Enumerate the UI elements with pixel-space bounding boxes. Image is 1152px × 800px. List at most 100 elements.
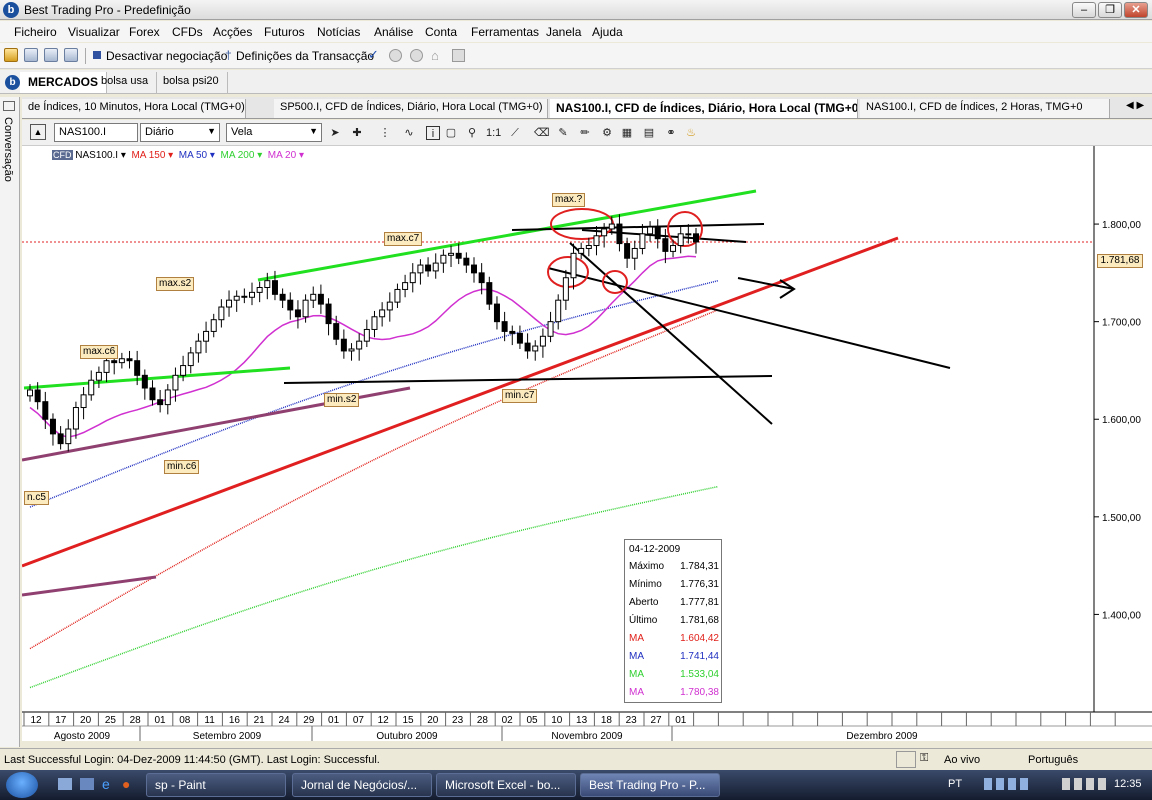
y-tick-label: 1.400,00: [1102, 610, 1141, 621]
grid-icon[interactable]: ⋮: [378, 126, 392, 140]
candle-body: [425, 264, 432, 272]
save-as-icon[interactable]: [44, 48, 58, 62]
language-indicator[interactable]: PT: [948, 778, 962, 790]
refresh-icon[interactable]: [452, 49, 465, 62]
switch-windows-icon[interactable]: [80, 778, 94, 790]
deactivate-trading-button[interactable]: Desactivar negociação: [106, 49, 227, 63]
menu-futuros[interactable]: Futuros: [264, 25, 305, 39]
print-icon[interactable]: [64, 48, 78, 62]
tray-icons[interactable]: [1062, 778, 1106, 790]
menu-ajuda[interactable]: Ajuda: [592, 25, 623, 39]
annotation-label[interactable]: min.c6: [164, 460, 200, 474]
menu-conta[interactable]: Conta: [425, 25, 457, 39]
candle-body: [256, 287, 263, 293]
x-tick-label: 28: [477, 715, 489, 726]
crosshair-icon[interactable]: ✚: [350, 126, 364, 140]
menu-ferramentas[interactable]: Ferramentas: [471, 25, 539, 39]
pencil-icon[interactable]: ✏: [578, 126, 592, 140]
tab-bolsa-psi20[interactable]: bolsa psi20: [155, 72, 228, 93]
task-best-trading[interactable]: Best Trading Pro - P...: [580, 773, 720, 797]
tab-bolsa-usa[interactable]: bolsa usa: [93, 72, 158, 93]
candle-body: [317, 293, 324, 305]
info-icon[interactable]: i: [426, 126, 440, 140]
price-chart[interactable]: CFD NAS100.I ▾ MA 150 ▾ MA 50 ▾ MA 200 ▾…: [22, 146, 1152, 741]
chart-tab-nas100-daily[interactable]: NAS100.I, CFD de Índices, Diário, Hora L…: [550, 99, 858, 118]
info-row: MA 1.780,38: [629, 684, 719, 702]
clock: 12:35: [1114, 778, 1142, 790]
close-button[interactable]: ✕: [1124, 2, 1148, 18]
check-icon[interactable]: ✓: [368, 47, 379, 63]
minimize-button[interactable]: –: [1072, 2, 1096, 18]
menu-janela[interactable]: Janela: [546, 25, 581, 39]
annotation-label[interactable]: max.s2: [156, 277, 195, 291]
export-icon[interactable]: ▤: [642, 126, 656, 140]
annotation-label[interactable]: max.?: [552, 193, 586, 207]
indicator-icon[interactable]: ∿: [402, 126, 416, 140]
candle-body: [516, 332, 523, 344]
collapse-toolbar-icon[interactable]: ▲: [30, 124, 46, 140]
candle-body: [34, 389, 41, 403]
chart-style-select[interactable]: Vela ▼: [226, 123, 322, 142]
tools-icon[interactable]: ⚙: [600, 126, 614, 140]
ma20-line: [29, 255, 697, 438]
transaction-settings-button[interactable]: Definições da Transacção: [236, 49, 374, 63]
annotation-label[interactable]: min.s2: [324, 393, 360, 407]
tray-icons[interactable]: [984, 778, 1032, 790]
trendline-icon[interactable]: ⟋: [508, 126, 522, 140]
layout-icon[interactable]: ▦: [620, 126, 634, 140]
scale-icon[interactable]: 1:1: [486, 126, 501, 140]
candle-body: [80, 394, 87, 409]
ie-icon[interactable]: e: [102, 776, 110, 792]
open-icon[interactable]: [4, 48, 18, 62]
language-status[interactable]: Português: [1028, 754, 1078, 766]
x-month-label: Setembro 2009: [193, 731, 262, 741]
menu-accoes[interactable]: Acções: [213, 25, 252, 39]
tab-scroll-arrows-icon[interactable]: ◀ ▶: [1126, 100, 1144, 111]
chart-canvas[interactable]: 1.400,00 1.500,00 1.600,00 1.700,00 1.800,00…: [22, 146, 1152, 741]
link-icon[interactable]: ⚭: [664, 126, 678, 140]
home-icon[interactable]: ⌂: [431, 48, 439, 63]
forward-icon[interactable]: [410, 49, 423, 62]
task-excel[interactable]: Microsoft Excel - bo...: [436, 773, 576, 797]
annotation-label[interactable]: max.c6: [80, 345, 119, 359]
x-tick-label: 20: [427, 715, 439, 726]
connection-icon[interactable]: [896, 751, 916, 768]
menu-forex[interactable]: Forex: [129, 25, 160, 39]
period-select[interactable]: Diário ▼: [140, 123, 220, 142]
candle-body: [409, 272, 416, 284]
save-icon[interactable]: [24, 48, 38, 62]
eraser-icon[interactable]: ⌫: [534, 126, 550, 140]
maximize-button[interactable]: ❐: [1098, 2, 1122, 18]
menu-ficheiro[interactable]: Ficheiro: [14, 25, 57, 39]
menu-analise[interactable]: Análise: [374, 25, 413, 39]
annotation-label[interactable]: n.c5: [24, 491, 49, 505]
task-jornal[interactable]: Jornal de Negócios/...: [292, 773, 432, 797]
ma200-line: [29, 485, 719, 689]
menu-noticias[interactable]: Notícias: [317, 25, 360, 39]
x-tick-label: 12: [378, 715, 390, 726]
chart-add-icon[interactable]: ▢: [444, 126, 458, 140]
conversation-panel-label[interactable]: Conversação: [2, 117, 14, 182]
chart-tab-sp500[interactable]: SP500.I, CFD de Índices, Diário, Hora Lo…: [274, 99, 548, 118]
cursor-icon[interactable]: ➤: [328, 126, 342, 140]
trendline-purple-bottom: [22, 575, 157, 597]
candle-body: [348, 348, 355, 352]
show-desktop-icon[interactable]: [58, 778, 72, 790]
back-icon[interactable]: [389, 49, 402, 62]
candle-body: [226, 299, 233, 308]
menu-cfds[interactable]: CFDs: [172, 25, 203, 39]
firefox-icon[interactable]: ●: [122, 776, 130, 792]
menu-visualizar[interactable]: Visualizar: [68, 25, 120, 39]
start-button[interactable]: [6, 772, 38, 798]
annotation-label[interactable]: max.c7: [384, 232, 423, 246]
chart-tab-nas100-2h[interactable]: NAS100.I, CFD de Índices, 2 Horas, TMG+0: [860, 99, 1110, 118]
alarm-icon[interactable]: ♨: [684, 126, 698, 140]
symbol-input[interactable]: NAS100.I: [54, 123, 138, 142]
drawing-icon[interactable]: ✎: [556, 126, 570, 140]
zoom-icon[interactable]: ⚲: [465, 126, 479, 140]
annotation-label[interactable]: min.c7: [502, 389, 538, 403]
y-tick-label: 1.600,00: [1102, 415, 1141, 426]
task-paint[interactable]: sp - Paint: [146, 773, 286, 797]
chart-tab-10min[interactable]: de Índices, 10 Minutos, Hora Local (TMG+…: [22, 99, 246, 118]
panel-icon[interactable]: [3, 101, 15, 111]
